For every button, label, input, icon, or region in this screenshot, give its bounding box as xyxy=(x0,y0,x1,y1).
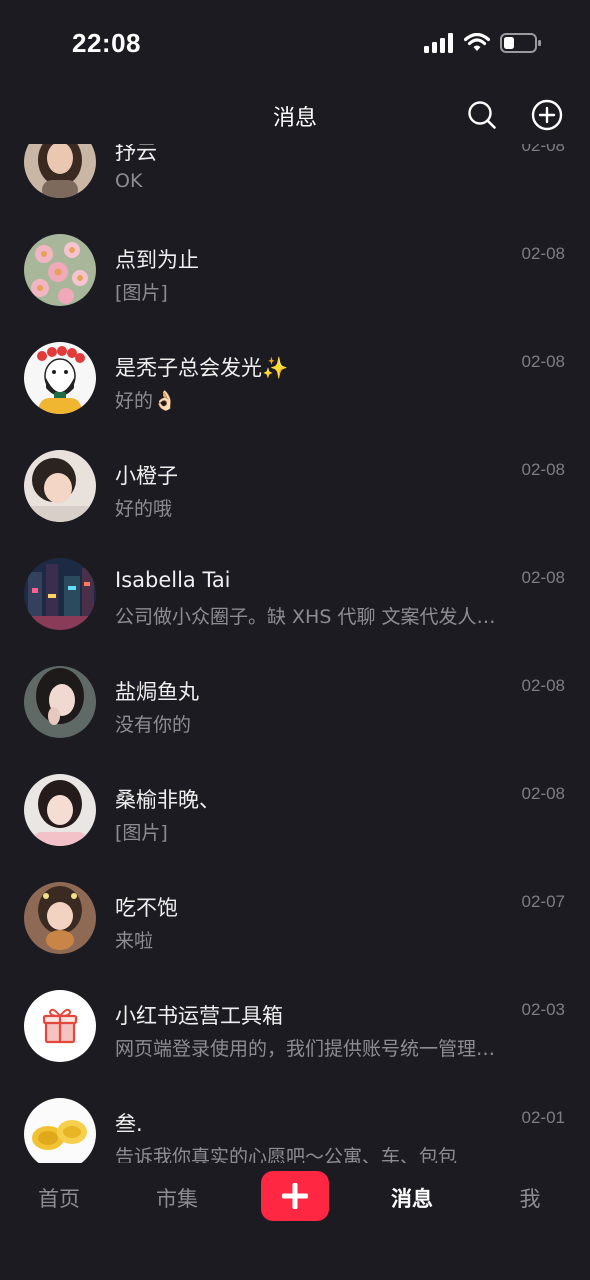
conversation-row[interactable]: 是秃子总会发光✨ 好的👌🏻 02-08 xyxy=(0,324,590,432)
conversation-list[interactable]: 抒云 OK 02-08 点到为止 [图片] 02-08 是秃子总会发光✨ 好的👌… xyxy=(0,144,590,1163)
search-icon xyxy=(468,101,496,129)
status-time: 22:08 xyxy=(72,28,141,58)
conversation-row[interactable]: 抒云 OK 02-08 xyxy=(0,144,590,216)
tab-home[interactable]: 首页 xyxy=(9,1183,109,1213)
conversation-date: 02-08 xyxy=(521,352,565,371)
conversation-row[interactable]: 吃不饱 来啦 02-07 xyxy=(0,864,590,972)
conversation-preview: [图片] xyxy=(115,822,168,844)
conversation-row[interactable]: 点到为止 [图片] 02-08 xyxy=(0,216,590,324)
conversation-date: 02-08 xyxy=(521,784,565,803)
conversation-preview: [图片] xyxy=(115,282,168,304)
conversation-name: 点到为止 xyxy=(115,248,199,272)
conversation-preview: 公司做小众圈子。缺 XHS 代聊 文案代发人… xyxy=(115,606,496,628)
plus-icon xyxy=(282,1183,308,1209)
conversation-name: 是秃子总会发光✨ xyxy=(115,356,289,380)
avatar xyxy=(24,666,96,738)
avatar xyxy=(24,882,96,954)
conversation-name: 小橙子 xyxy=(115,464,178,488)
publish-button[interactable] xyxy=(261,1171,329,1221)
conversation-preview: 好的👌🏻 xyxy=(115,390,177,412)
conversation-date: 02-08 xyxy=(521,568,565,587)
conversation-preview: 告诉我你真实的心愿吧～公寓、车、包包 xyxy=(115,1146,458,1163)
conversation-row[interactable]: Isabella Tai 公司做小众圈子。缺 XHS 代聊 文案代发人… 02-… xyxy=(0,540,590,648)
conversation-row[interactable]: 小橙子 好的哦 02-08 xyxy=(0,432,590,540)
conversation-row[interactable]: 叁. 告诉我你真实的心愿吧～公寓、车、包包 02-01 xyxy=(0,1080,590,1163)
avatar xyxy=(24,450,96,522)
tab-me[interactable]: 我 xyxy=(480,1183,580,1213)
conversation-name: 桑榆非晚、 xyxy=(115,788,220,812)
avatar xyxy=(24,558,96,630)
tab-market[interactable]: 市集 xyxy=(127,1183,227,1213)
plus-circle-icon xyxy=(531,99,563,131)
new-chat-button[interactable] xyxy=(530,98,564,132)
conversation-date: 02-03 xyxy=(521,1000,565,1019)
wifi-icon xyxy=(463,32,491,57)
conversation-date: 02-08 xyxy=(521,244,565,263)
page-title: 消息 xyxy=(272,106,317,131)
avatar xyxy=(24,990,96,1062)
conversation-date: 02-08 xyxy=(521,144,565,155)
avatar xyxy=(24,342,96,414)
conversation-preview: 好的哦 xyxy=(115,498,173,520)
conversation-date: 02-08 xyxy=(521,676,565,695)
avatar xyxy=(24,144,96,198)
conversation-preview: OK xyxy=(115,170,143,192)
conversation-row[interactable]: 小红书运营工具箱 网页端登录使用的，我们提供账号统一管理… 02-03 xyxy=(0,972,590,1080)
status-bar: 22:08 xyxy=(0,0,590,86)
conversation-preview: 网页端登录使用的，我们提供账号统一管理… xyxy=(115,1038,496,1060)
tab-messages[interactable]: 消息 xyxy=(362,1183,462,1213)
conversation-date: 02-01 xyxy=(521,1108,565,1127)
search-button[interactable] xyxy=(465,98,499,132)
bottom-tab-bar: 首页 市集 消息 我 xyxy=(0,1163,590,1280)
conversation-row[interactable]: 桑榆非晚、 [图片] 02-08 xyxy=(0,756,590,864)
cellular-signal-icon xyxy=(424,33,454,57)
conversation-name: 吃不饱 xyxy=(115,896,178,920)
conversation-preview: 没有你的 xyxy=(115,714,192,736)
conversation-name: 抒云 xyxy=(115,144,157,164)
conversation-date: 02-07 xyxy=(521,892,565,911)
conversation-preview: 来啦 xyxy=(115,930,154,952)
conversation-row[interactable]: 盐焗鱼丸 没有你的 02-08 xyxy=(0,648,590,756)
status-icons xyxy=(424,32,542,58)
avatar xyxy=(24,1098,96,1163)
conversation-name: 叁. xyxy=(115,1112,143,1136)
conversation-name: 小红书运营工具箱 xyxy=(115,1004,283,1028)
battery-icon xyxy=(500,32,542,58)
conversation-date: 02-08 xyxy=(521,460,565,479)
header: 消息 xyxy=(0,86,590,144)
messages-screen: 22:08 消息 抒云 OK 02-08 点到为止 [图片] 02-08 是秃子… xyxy=(0,0,590,1280)
avatar xyxy=(24,234,96,306)
avatar xyxy=(24,774,96,846)
conversation-name: Isabella Tai xyxy=(115,568,231,592)
conversation-name: 盐焗鱼丸 xyxy=(115,680,199,704)
